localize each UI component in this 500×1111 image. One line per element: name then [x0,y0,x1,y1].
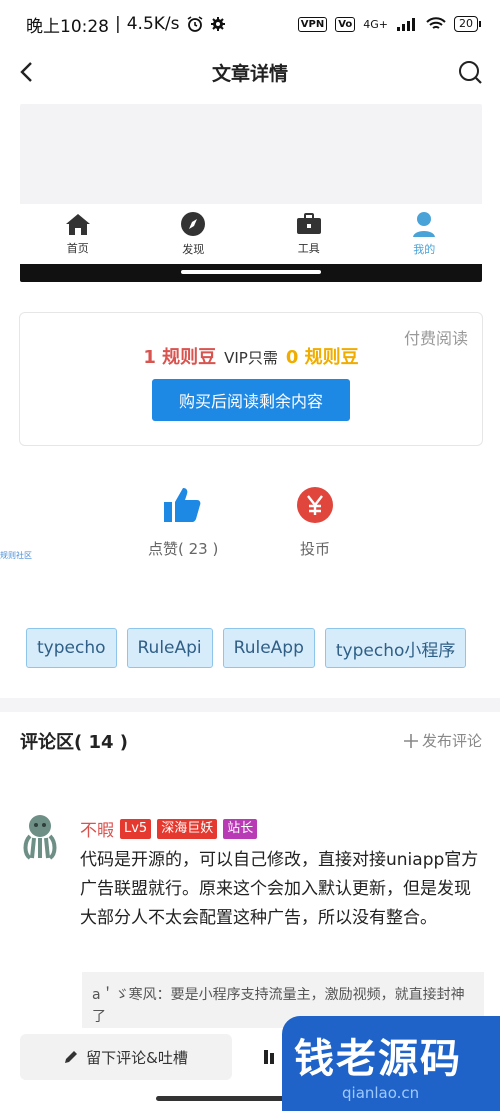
leave-comment-label: 留下评论&吐槽 [86,1048,188,1067]
section-divider [0,698,500,712]
volte-icon: Vo [335,16,356,32]
tag-ruleapi[interactable]: RuleApi [126,628,213,668]
watermark: 钱老源码 qianlao.cn [282,1016,500,1111]
thumbs-up-icon[interactable] [163,486,203,524]
embedded-tab-home: 首页 [20,204,136,264]
embedded-gesture-bar [20,264,482,282]
status-bar: 晚上10:28 | 4.5K/s VPN Vo 4G+ 20 [0,0,500,48]
status-time: 晚上10:28 [26,16,109,37]
like-action[interactable]: 点赞( 23 ) [148,486,218,559]
back-arrow-icon[interactable] [14,58,42,86]
comment-author[interactable]: 不暇 [80,816,114,841]
embedded-tab-discover: 发现 [136,204,252,264]
tag-list: typecho RuleApi RuleApp typecho小程序 [26,628,467,668]
settings-gear-icon [210,17,225,31]
status-speed: 4.5K/s [126,14,180,34]
status-right: VPN Vo 4G+ 20 [297,16,481,32]
user-icon [413,212,436,237]
battery-indicator: 20 [454,16,481,32]
alarm-icon [187,16,202,32]
watermark-url: qianlao.cn [342,1084,420,1102]
like-count: 点赞( 23 ) [148,540,219,558]
nav-header: 文章详情 [0,48,500,96]
price-row: 1 规则豆 VIP只需 0 规则豆 [20,343,482,369]
embedded-tab-mine: 我的 [367,204,483,264]
embedded-home-indicator [181,270,321,274]
leave-comment-button[interactable]: 留下评论&吐槽 [20,1034,232,1080]
watermark-brand: 钱老源码 [294,1036,462,1082]
tag-typecho-miniprogram[interactable]: typecho小程序 [324,628,467,668]
buy-button[interactable]: 购买后阅读剩余内容 [152,379,350,421]
comment-text: 代码是开源的，可以自己修改，直接对接uniapp官方广告联盟就行。原来这个会加入… [80,850,479,928]
tab-label: 我的 [413,243,436,256]
post-comment-label: 发布评论 [421,732,482,750]
avatar[interactable] [20,812,62,860]
level-badge: Lv5 [120,818,152,839]
vpn-badge: VPN [297,16,328,32]
embedded-tab-bar: 首页 发现 工具 我的 [20,204,482,264]
tag-typecho[interactable]: typecho [26,628,117,668]
tag-ruleapp[interactable]: RuleApp [222,628,315,668]
admin-badge: 站长 [223,818,258,839]
paid-read-card: 付费阅读 1 规则豆 VIP只需 0 规则豆 购买后阅读剩余内容 [19,312,483,446]
embedded-tab-tools: 工具 [251,204,367,264]
status-separator: | [115,14,121,34]
coin-action[interactable]: 投币 [296,486,334,559]
title-badge: 深海巨妖 [157,818,218,839]
share-icon[interactable] [262,1048,280,1066]
tab-label: 发现 [182,243,205,256]
side-note: 规则社区 [0,551,32,560]
search-icon[interactable] [456,58,484,86]
network-type: 4G+ [363,17,388,31]
coin-yen-icon[interactable] [296,486,334,524]
coin-label: 投币 [299,540,330,558]
home-icon [65,214,90,235]
pencil-icon [65,1051,78,1063]
plus-icon [403,733,418,748]
tab-label: 工具 [297,242,320,255]
vip-price: 0 规则豆 [285,347,359,368]
tab-label: 首页 [66,242,89,255]
vip-label: VIP只需 [224,349,278,367]
compass-icon [181,212,206,236]
toolbox-icon [296,213,321,234]
comments-title: 评论区( 14 ) [20,732,129,753]
comment-header: 不暇 Lv5 深海巨妖 站长 [80,816,258,841]
price-original: 1 规则豆 [143,347,217,368]
signal-icon [397,18,415,31]
status-left: 晚上10:28 | 4.5K/s [26,12,226,37]
wifi-icon [426,17,446,29]
page-title: 文章详情 [211,62,288,85]
post-comment-button[interactable]: 发布评论 [403,730,482,751]
article-image: 首页 发现 工具 我的 [20,104,482,282]
